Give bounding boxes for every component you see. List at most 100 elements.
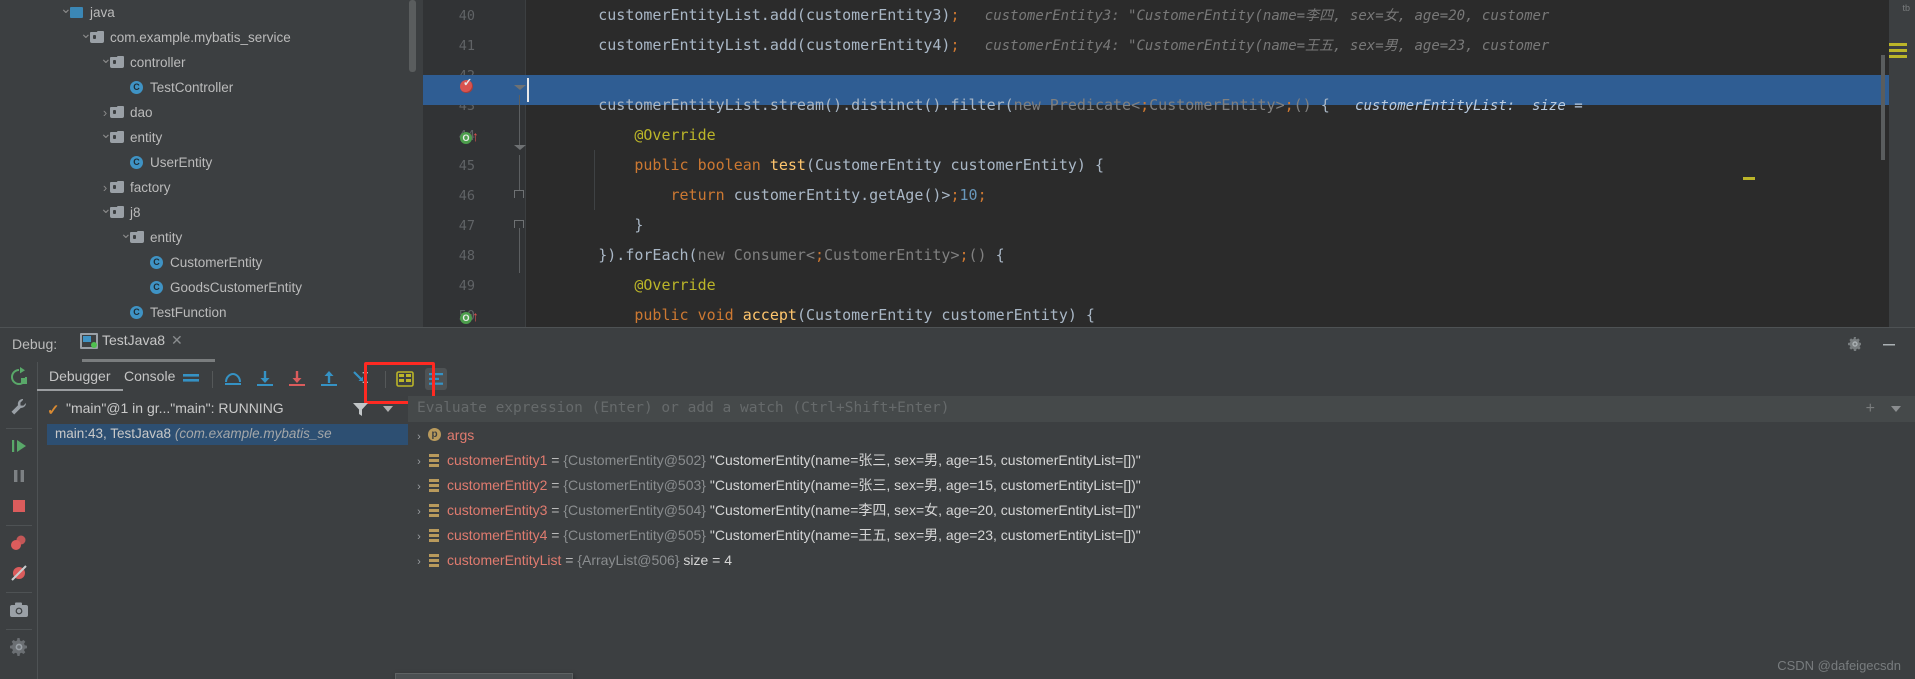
code-line[interactable]: @Override — [526, 270, 1915, 300]
gear-icon[interactable] — [1847, 336, 1863, 352]
chevron-right-icon[interactable]: › — [410, 475, 428, 500]
chevron-right-icon[interactable]: › — [410, 525, 428, 550]
view-breakpoints-icon[interactable] — [8, 532, 30, 554]
close-icon[interactable]: ✕ — [165, 332, 183, 348]
project-tool-window[interactable]: ⌄ java ⌄ com.example.mybatis_service ⌄ contro… — [0, 0, 404, 327]
code-line[interactable]: } — [526, 210, 1915, 240]
tree-item-testcontroller[interactable]: TestController — [0, 75, 404, 100]
fold-end-line48-icon[interactable] — [514, 220, 524, 228]
tree-item-userentity[interactable]: UserEntity — [0, 150, 404, 175]
force-step-into-icon[interactable] — [286, 368, 308, 390]
variable-row[interactable]: › customerEntityList = {ArrayList@506} si… — [410, 548, 1915, 573]
chevron-right-icon[interactable]: › — [410, 550, 428, 575]
top-area: ⌄ java ⌄ com.example.mybatis_service ⌄ contro… — [0, 0, 1915, 327]
tree-item-testfunction[interactable]: TestFunction — [0, 300, 404, 325]
tree-item-dao[interactable]: › dao — [0, 100, 404, 125]
chevron-down-icon[interactable]: ⌄ — [60, 0, 72, 21]
tree-item-com-example-mybatis-service[interactable]: ⌄ com.example.mybatis_service — [0, 25, 404, 50]
fold-arrow-line43-icon[interactable] — [514, 85, 526, 90]
variable-value: "CustomerEntity(name=张三, sex=男, age=15, … — [705, 477, 1141, 493]
variable-row[interactable]: › customerEntity2 = {CustomerEntity@503} … — [410, 473, 1915, 498]
implementation-marker-icon-2[interactable]: O — [460, 312, 472, 324]
tab-debugger[interactable]: Debugger — [37, 368, 122, 391]
variables-panel[interactable]: › args › customerEntity1 = {CustomerEntity@… — [410, 423, 1915, 679]
warning-stripe[interactable] — [1743, 177, 1755, 180]
pause-program-icon[interactable] — [8, 465, 30, 487]
override-arrow-icon-2[interactable]: ↑ — [472, 309, 479, 323]
tab-console[interactable]: Console — [124, 368, 175, 384]
add-watch-icon[interactable]: + — [1866, 400, 1875, 418]
fold-end-line47-icon[interactable] — [514, 190, 524, 198]
settings-icon[interactable] — [8, 636, 30, 658]
tree-item-customerentity[interactable]: CustomerEntity — [0, 250, 404, 275]
code-line[interactable]: customerEntityList.stream().distinct().f… — [526, 90, 1915, 120]
fold-arrow-line45-icon[interactable] — [514, 145, 526, 150]
tree-item-controller[interactable]: ⌄ controller — [0, 50, 404, 75]
screenshot-icon[interactable] — [8, 599, 30, 621]
code-editor[interactable]: 4041424344454647484950 ✓ O ↑ O ↑ — [404, 0, 1915, 327]
tree-item-goodscustomerentity[interactable]: GoodsCustomerEntity — [0, 275, 404, 300]
watch-chevron-down-icon[interactable] — [1891, 406, 1901, 412]
minimize-icon[interactable] — [1881, 336, 1897, 352]
inline-debug-hint: customerEntity3: "CustomerEntity(name=李四… — [959, 8, 1550, 24]
code-line[interactable]: }).forEach(new Consumer<;CustomerEntity>… — [526, 240, 1915, 270]
step-out-icon[interactable] — [318, 368, 340, 390]
tree-item-factory[interactable]: › factory — [0, 175, 404, 200]
tree-item-entity[interactable]: ⌄ entity — [0, 225, 404, 250]
code-line[interactable]: @Override — [526, 120, 1915, 150]
step-over-icon[interactable] — [222, 368, 244, 390]
thread-status-text[interactable]: "main"@1 in gr..."main": RUNNING — [66, 400, 284, 416]
editor-gutter[interactable]: 4041424344454647484950 — [423, 0, 512, 327]
code-text-area[interactable]: customerEntityList.add(customerEntity3);… — [526, 0, 1915, 327]
editor-vertical-scroll-thumb[interactable] — [409, 0, 416, 72]
variable-row[interactable]: › customerEntity3 = {CustomerEntity@504} … — [410, 498, 1915, 523]
evaluate-expression-icon[interactable] — [394, 368, 416, 390]
variable-row[interactable]: › customerEntity1 = {CustomerEntity@502} … — [410, 448, 1915, 473]
evaluate-expression-bar[interactable]: Evaluate expression (Enter) or add a wat… — [408, 396, 1915, 423]
editor-marker-bar[interactable]: tb — [1889, 0, 1915, 327]
mute-breakpoints-icon[interactable] — [8, 562, 30, 584]
chevron-down-icon[interactable]: ⌄ — [100, 46, 112, 71]
tree-item-j8[interactable]: ⌄ j8 — [0, 200, 404, 225]
chevron-down-icon[interactable]: ⌄ — [80, 21, 92, 46]
tree-item-entity[interactable]: ⌄ entity — [0, 125, 404, 150]
evaluate-expression-input[interactable]: Evaluate expression (Enter) or add a wat… — [417, 400, 950, 416]
code-line[interactable]: public boolean test(CustomerEntity custo… — [526, 150, 1915, 180]
inline-debug-hint: customerEntityList: size = — [1329, 98, 1583, 114]
frames-panel[interactable]: main:43, TestJava8 (com.example.mybatis_… — [44, 422, 408, 679]
editor-left-strip — [404, 0, 423, 327]
override-arrow-icon[interactable]: ↑ — [472, 129, 479, 143]
variable-row[interactable]: › args — [410, 423, 1915, 448]
java-class-icon — [150, 256, 165, 270]
code-line[interactable]: return customerEntity.getAge()>;10; — [526, 180, 1915, 210]
breakpoint-icon[interactable]: ✓ — [460, 77, 473, 93]
trace-current-stream-chain-icon[interactable] — [425, 368, 447, 390]
chevron-down-icon[interactable]: ⌄ — [100, 121, 112, 146]
code-line[interactable] — [526, 60, 1915, 90]
mute-breakpoints-icon[interactable] — [180, 368, 202, 390]
editor-right-scroll-thumb[interactable] — [1881, 55, 1885, 160]
tree-item-java[interactable]: ⌄ java — [0, 0, 404, 25]
chevron-right-icon[interactable]: › — [410, 450, 428, 475]
filter-icon[interactable] — [352, 401, 369, 417]
variable-row[interactable]: › customerEntity4 = {CustomerEntity@505} … — [410, 523, 1915, 548]
chevron-down-icon[interactable]: ⌄ — [120, 221, 132, 246]
debug-session-tab[interactable]: TestJava8 ✕ — [80, 332, 183, 359]
implementation-marker-icon[interactable]: O — [460, 132, 472, 144]
code-line[interactable]: customerEntityList.add(customerEntity4);… — [526, 30, 1915, 60]
resume-program-icon[interactable] — [8, 435, 30, 457]
chevron-right-icon[interactable]: › — [410, 425, 428, 450]
step-into-icon[interactable] — [254, 368, 276, 390]
code-line[interactable]: customerEntityList.add(customerEntity3);… — [526, 0, 1915, 30]
chevron-down-icon[interactable] — [383, 406, 393, 412]
chevron-down-icon[interactable]: ⌄ — [100, 196, 112, 221]
stop-icon[interactable] — [8, 495, 30, 517]
variable-value: "CustomerEntity(name=王五, sex=男, age=23, … — [705, 527, 1141, 543]
editor-menu-hamburger-icon[interactable] — [1889, 43, 1907, 61]
chevron-right-icon[interactable]: › — [410, 500, 428, 525]
frame-list-item[interactable]: main:43, TestJava8 (com.example.mybatis_… — [47, 424, 408, 445]
drop-frame-icon[interactable] — [350, 368, 372, 390]
code-line[interactable]: public void accept(CustomerEntity custom… — [526, 300, 1915, 327]
debugger-toolbar[interactable]: Debugger Console — [0, 362, 1915, 452]
